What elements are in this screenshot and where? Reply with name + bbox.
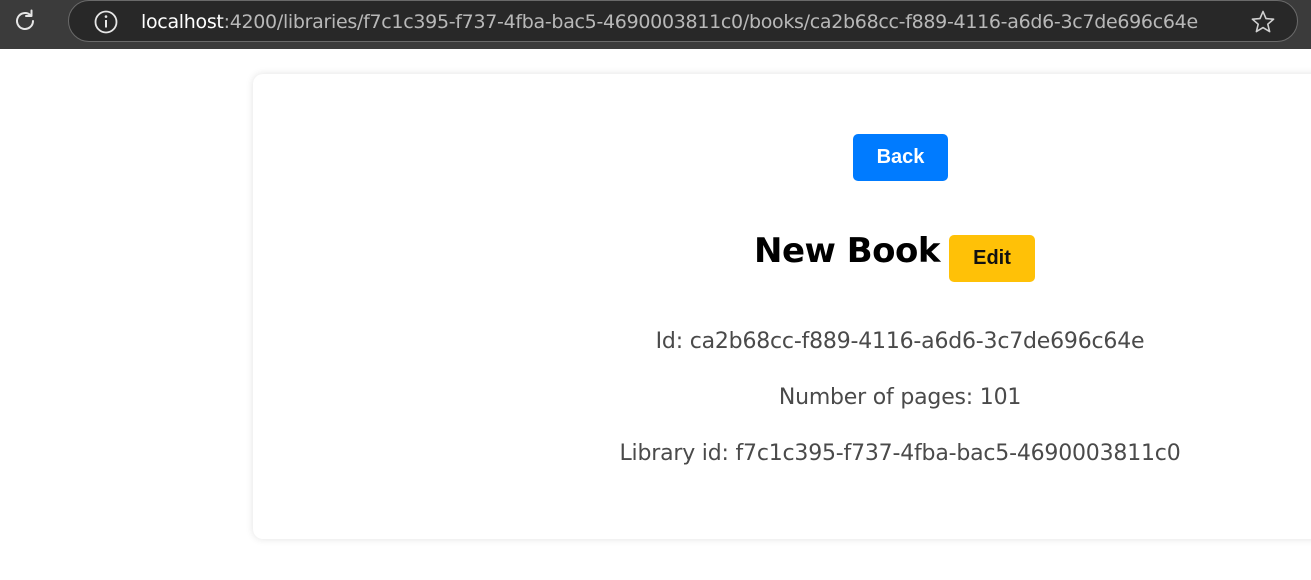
browser-toolbar: localhost:4200/libraries/f7c1c395-f737-4… bbox=[0, 0, 1311, 49]
book-id-text: Id: ca2b68cc-f889-4116-a6d6-3c7de696c64e bbox=[655, 329, 1145, 354]
info-icon bbox=[94, 10, 118, 34]
site-info-button[interactable] bbox=[93, 9, 119, 35]
book-title: New Book bbox=[754, 231, 941, 271]
reload-button[interactable] bbox=[10, 6, 40, 36]
address-bar[interactable]: localhost:4200/libraries/f7c1c395-f737-4… bbox=[68, 0, 1298, 42]
library-id-text: Library id: f7c1c395-f737-4fba-bac5-4690… bbox=[619, 441, 1181, 466]
url-host: localhost bbox=[141, 11, 224, 33]
number-of-pages-text: Number of pages: 101 bbox=[778, 385, 1022, 410]
reload-icon bbox=[16, 9, 34, 30]
star-icon bbox=[1251, 10, 1275, 33]
back-button[interactable]: Back bbox=[853, 134, 948, 181]
bookmark-button[interactable] bbox=[1249, 9, 1277, 35]
book-details-card bbox=[253, 74, 1311, 539]
url-path: :4200/libraries/f7c1c395-f737-4fba-bac5-… bbox=[223, 11, 1199, 33]
url-text[interactable]: localhost:4200/libraries/f7c1c395-f737-4… bbox=[141, 9, 1198, 35]
edit-button[interactable]: Edit bbox=[949, 235, 1035, 282]
